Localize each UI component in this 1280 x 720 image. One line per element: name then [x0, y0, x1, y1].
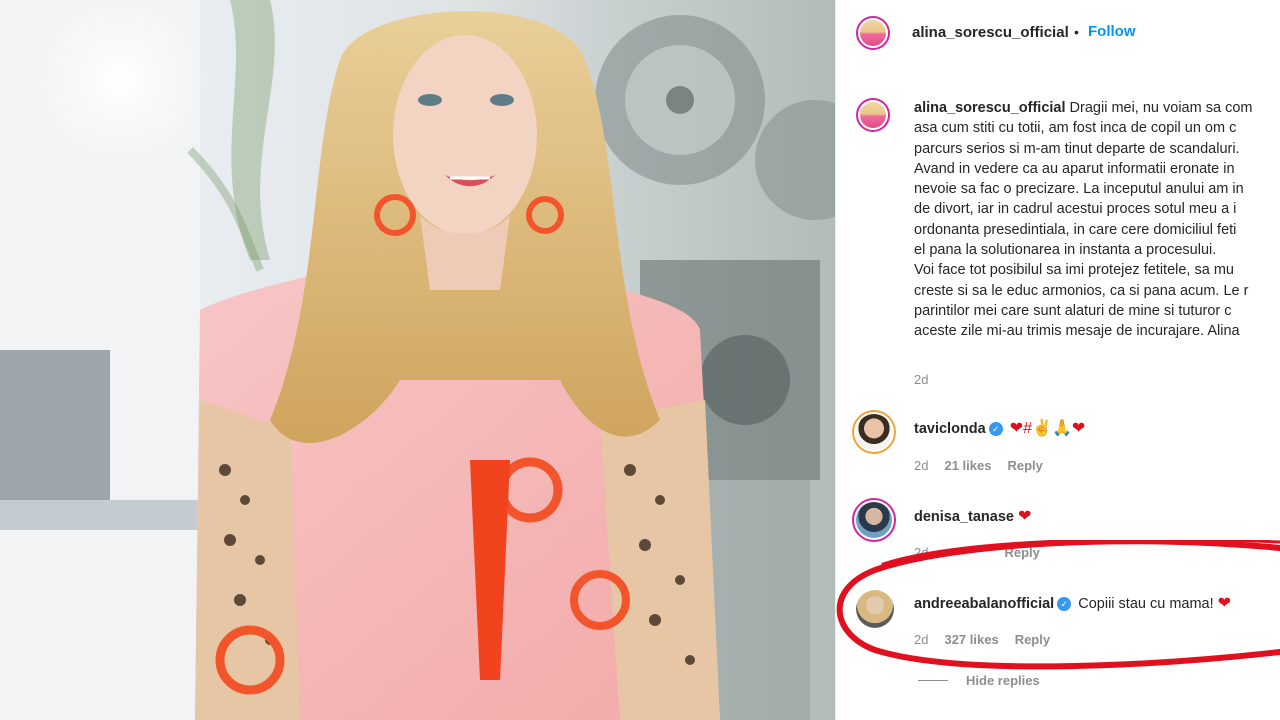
caption-line: Voi face tot posibilul sa imi protejez f… [914, 262, 1234, 279]
comment-time: 2d [914, 545, 929, 560]
caption-username[interactable]: alina_sorescu_official [914, 100, 1066, 116]
post-sidebar: alina_sorescu_official • Follow alina_so… [835, 0, 1280, 720]
comment-body: denisa_tanase ❤ [914, 506, 1031, 526]
comment-meta: 2d Reply [914, 545, 1056, 560]
author-username[interactable]: alina_sorescu_official [912, 24, 1069, 41]
caption-line: ordonanta presedintiala, in care cere do… [914, 221, 1237, 238]
caption-timestamp: 2d [914, 372, 929, 387]
caption-line: Avand in vedere ca au aparut informatii … [914, 160, 1235, 177]
post-image [0, 0, 835, 720]
caption-line: creste si sa le educ armonios, ca si pan… [914, 282, 1249, 299]
verified-badge-icon: ✓ [1057, 597, 1072, 611]
reply-button[interactable]: Reply [1007, 458, 1042, 473]
follow-button[interactable]: Follow [1088, 23, 1136, 40]
comment-text: ❤#✌🙏❤ [1009, 420, 1086, 437]
caption-line: el pana la solutionarea in instanta a pr… [914, 242, 1217, 259]
comment-username[interactable]: andreeabalanofficial [914, 596, 1054, 612]
reply-button[interactable]: Reply [1004, 545, 1039, 560]
comment-time: 2d [914, 632, 929, 647]
comment-avatar[interactable] [856, 590, 894, 628]
caption-line: parcurs serios si m-am tinut departe de … [914, 140, 1240, 157]
comment-meta: 2d 21 likes Reply [914, 458, 1059, 473]
comment-username[interactable]: taviclonda [914, 421, 986, 437]
caption-line: parintilor mei care sunt alaturi de mine… [914, 302, 1232, 319]
caption-author-avatar[interactable] [856, 98, 890, 132]
post-photo[interactable] [0, 0, 835, 720]
comment-time: 2d [914, 458, 929, 473]
hide-replies-button[interactable]: Hide replies [966, 673, 1040, 688]
comment-username[interactable]: denisa_tanase [914, 509, 1014, 525]
reply-button[interactable]: Reply [1015, 632, 1050, 647]
comment-avatar[interactable] [852, 410, 896, 454]
comment-text: Copiii stau cu mama! ❤ [1078, 595, 1232, 612]
comment-body: andreeabalanofficial ✓ Copiii stau cu mam… [914, 593, 1231, 613]
caption-line: Dragii mei, nu voiam sa com [1069, 100, 1253, 116]
caption-line: de divort, iar in cadrul acestui proces … [914, 201, 1237, 218]
comment-avatar[interactable] [852, 498, 896, 542]
verified-badge-icon: ✓ [988, 422, 1003, 436]
comment-meta: 2d 327 likes Reply [914, 632, 1066, 647]
comment-likes[interactable]: 21 likes [944, 458, 991, 473]
caption-line: nevoie sa fac o precizare. La inceputul … [914, 181, 1244, 198]
replies-divider [918, 680, 948, 681]
separator-dot: • [1074, 24, 1079, 40]
caption-line: asa cum stiti cu totii, am fost inca de … [914, 120, 1237, 137]
post-caption: alina_sorescu_official Dragii mei, nu vo… [914, 98, 1280, 342]
caption-line: aceste zile mi-au trimis mesaje de incur… [914, 323, 1240, 340]
comment-text: ❤ [1017, 508, 1032, 525]
author-avatar[interactable] [856, 16, 890, 50]
comment-body: taviclonda ✓ ❤#✌🙏❤ [914, 418, 1085, 438]
comment-likes[interactable]: 327 likes [944, 632, 998, 647]
